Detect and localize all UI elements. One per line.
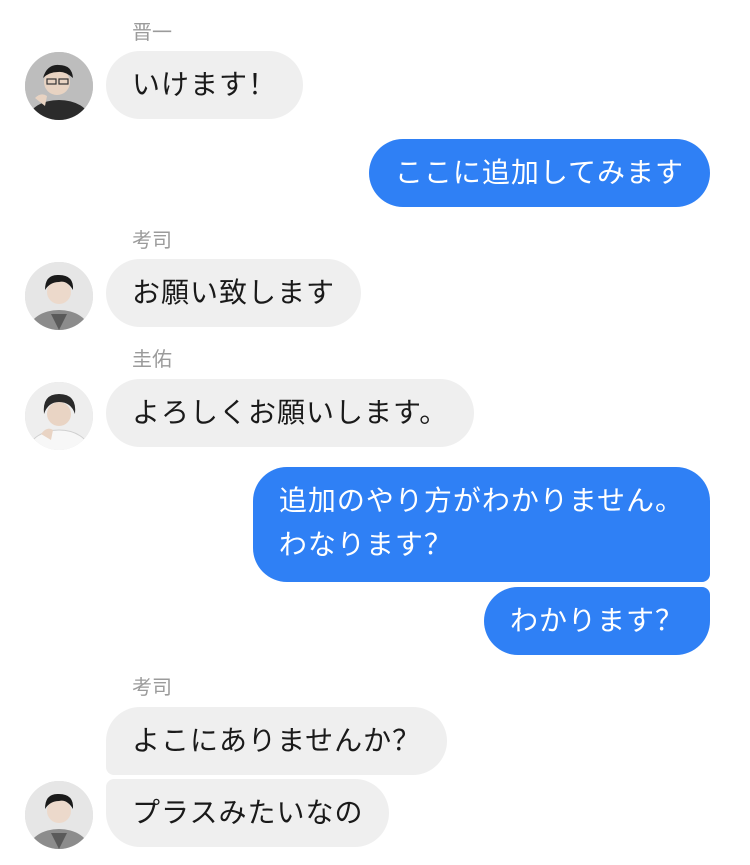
message-line: 追加のやり方がわかりません。 — [278, 484, 684, 517]
avatar-koji[interactable] — [25, 262, 93, 330]
avatar-koji[interactable] — [25, 781, 93, 849]
message-bubble[interactable]: いけます！ — [106, 51, 304, 119]
message-bubble[interactable]: ここに追加してみます — [368, 139, 710, 207]
message-bubble[interactable]: よこにありませんか？ — [106, 707, 448, 775]
avatar-keisuke[interactable] — [25, 382, 93, 450]
sender-name: 晋一 — [132, 20, 172, 44]
avatar-keisuke-icon — [25, 382, 93, 450]
avatar-koji-icon — [25, 781, 93, 849]
avatar-shinichi[interactable] — [25, 52, 93, 120]
message-bubble[interactable]: 追加のやり方がわかりません。 わなります？ — [252, 467, 710, 582]
message-line: わなります？ — [278, 528, 453, 561]
message-bubble[interactable]: わかります？ — [483, 587, 710, 655]
sender-name: 考司 — [132, 228, 172, 252]
message-bubble[interactable]: プラスみたいなの — [106, 779, 390, 847]
avatar-shinichi-icon — [25, 52, 93, 120]
avatar-koji-icon — [25, 262, 93, 330]
message-bubble[interactable]: よろしくお願いします。 — [106, 379, 475, 447]
sender-name: 圭佑 — [132, 347, 172, 371]
sender-name: 考司 — [132, 675, 172, 699]
message-bubble[interactable]: お願い致します — [106, 259, 362, 327]
